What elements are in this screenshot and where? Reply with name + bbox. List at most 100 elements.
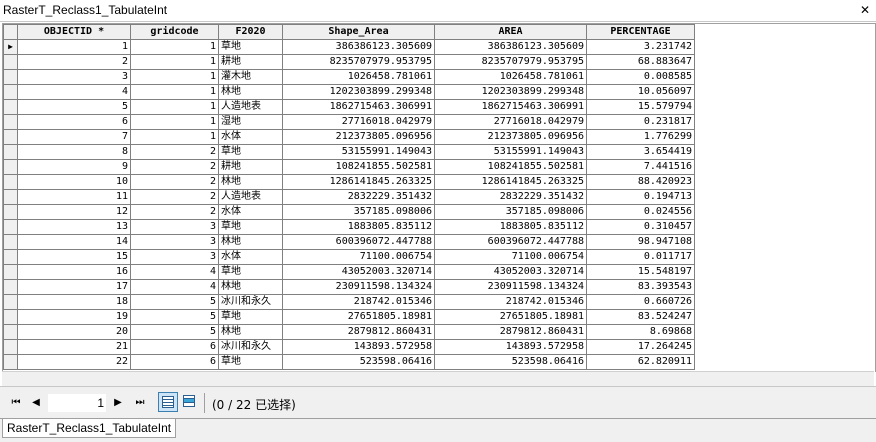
- current-record-input[interactable]: 1: [48, 394, 106, 412]
- cell-area[interactable]: 71100.006754: [434, 249, 587, 265]
- cell-f2020[interactable]: 草地: [218, 309, 283, 325]
- last-record-icon[interactable]: ⏭: [132, 395, 148, 411]
- cell-objectid[interactable]: 12: [17, 204, 131, 220]
- row-selector[interactable]: [3, 339, 18, 355]
- cell-f2020[interactable]: 草地: [218, 144, 283, 160]
- cell-objectid[interactable]: 15: [17, 249, 131, 265]
- cell-objectid[interactable]: 16: [17, 264, 131, 280]
- cell-gridcode[interactable]: 5: [130, 324, 219, 340]
- cell-area[interactable]: 1862715463.306991: [434, 99, 587, 115]
- cell-shape-area[interactable]: 27651805.18981: [282, 309, 435, 325]
- table-row[interactable]: 11 2 人造地表 2832229.351432 2832229.351432 0.194…: [3, 189, 695, 205]
- cell-shape-area[interactable]: 230911598.134324: [282, 279, 435, 295]
- row-selector[interactable]: [3, 294, 18, 310]
- row-selector[interactable]: [3, 99, 18, 115]
- cell-objectid[interactable]: 18: [17, 294, 131, 310]
- cell-shape-area[interactable]: 357185.098006: [282, 204, 435, 220]
- cell-f2020[interactable]: 水体: [218, 249, 283, 265]
- cell-gridcode[interactable]: 4: [130, 279, 219, 295]
- cell-area[interactable]: 600396072.447788: [434, 234, 587, 250]
- cell-shape-area[interactable]: 523598.06416: [282, 354, 435, 370]
- cell-area[interactable]: 53155991.149043: [434, 144, 587, 160]
- cell-shape-area[interactable]: 386386123.305609: [282, 39, 435, 55]
- row-selector[interactable]: [3, 324, 18, 340]
- cell-objectid[interactable]: 4: [17, 84, 131, 100]
- row-selector[interactable]: [3, 129, 18, 145]
- cell-f2020[interactable]: 草地: [218, 39, 283, 55]
- column-header-area[interactable]: AREA: [434, 24, 587, 40]
- cell-gridcode[interactable]: 3: [130, 234, 219, 250]
- cell-gridcode[interactable]: 1: [130, 84, 219, 100]
- row-selector[interactable]: [3, 174, 18, 190]
- cell-f2020[interactable]: 林地: [218, 174, 283, 190]
- cell-f2020[interactable]: 水体: [218, 129, 283, 145]
- tab-rastert-reclass1-tabulateint[interactable]: RasterT_Reclass1_TabulateInt: [2, 419, 177, 438]
- table-row[interactable]: 22 6 草地 523598.06416 523598.06416 62.820911: [3, 354, 695, 370]
- cell-shape-area[interactable]: 108241855.502581: [282, 159, 435, 175]
- table-row[interactable]: 2 1 耕地 8235707979.953795 8235707979.953795 68…: [3, 54, 695, 70]
- cell-area[interactable]: 212373805.096956: [434, 129, 587, 145]
- cell-f2020[interactable]: 冰川和永久: [218, 294, 283, 310]
- table-row[interactable]: 15 3 水体 71100.006754 71100.006754 0.011717: [3, 249, 695, 265]
- cell-area[interactable]: 143893.572958: [434, 339, 587, 355]
- cell-f2020[interactable]: 水体: [218, 204, 283, 220]
- cell-f2020[interactable]: 人造地表: [218, 189, 283, 205]
- cell-percentage[interactable]: 83.393543: [586, 279, 695, 295]
- cell-area[interactable]: 230911598.134324: [434, 279, 587, 295]
- cell-percentage[interactable]: 1.776299: [586, 129, 695, 145]
- row-selector[interactable]: [3, 114, 18, 130]
- cell-area[interactable]: 357185.098006: [434, 204, 587, 220]
- cell-percentage[interactable]: 8.69868: [586, 324, 695, 340]
- table-row[interactable]: 9 2 耕地 108241855.502581 108241855.502581 7.44…: [3, 159, 695, 175]
- cell-area[interactable]: 8235707979.953795: [434, 54, 587, 70]
- table-row[interactable]: 14 3 林地 600396072.447788 600396072.447788 98.…: [3, 234, 695, 250]
- cell-area[interactable]: 27651805.18981: [434, 309, 587, 325]
- column-header-gridcode[interactable]: gridcode: [130, 24, 219, 40]
- cell-objectid[interactable]: 13: [17, 219, 131, 235]
- table-row[interactable]: 3 1 灌木地 1026458.781061 1026458.781061 0.00858…: [3, 69, 695, 85]
- cell-gridcode[interactable]: 2: [130, 204, 219, 220]
- cell-objectid[interactable]: 22: [17, 354, 131, 370]
- cell-shape-area[interactable]: 2832229.351432: [282, 189, 435, 205]
- cell-area[interactable]: 1026458.781061: [434, 69, 587, 85]
- select-all-corner[interactable]: [3, 24, 18, 40]
- table-row[interactable]: 17 4 林地 230911598.134324 230911598.134324 83.…: [3, 279, 695, 295]
- table-row[interactable]: 20 5 林地 2879812.860431 2879812.860431 8.69868: [3, 324, 695, 340]
- cell-f2020[interactable]: 冰川和永久: [218, 339, 283, 355]
- cell-shape-area[interactable]: 143893.572958: [282, 339, 435, 355]
- cell-shape-area[interactable]: 1026458.781061: [282, 69, 435, 85]
- cell-gridcode[interactable]: 1: [130, 114, 219, 130]
- cell-gridcode[interactable]: 2: [130, 159, 219, 175]
- row-selector[interactable]: [3, 249, 18, 265]
- cell-shape-area[interactable]: 1862715463.306991: [282, 99, 435, 115]
- cell-objectid[interactable]: 9: [17, 159, 131, 175]
- cell-percentage[interactable]: 10.056097: [586, 84, 695, 100]
- cell-gridcode[interactable]: 3: [130, 219, 219, 235]
- cell-percentage[interactable]: 3.654419: [586, 144, 695, 160]
- cell-shape-area[interactable]: 212373805.096956: [282, 129, 435, 145]
- cell-shape-area[interactable]: 1286141845.263325: [282, 174, 435, 190]
- cell-shape-area[interactable]: 27716018.042979: [282, 114, 435, 130]
- cell-f2020[interactable]: 耕地: [218, 54, 283, 70]
- cell-area[interactable]: 1286141845.263325: [434, 174, 587, 190]
- cell-percentage[interactable]: 17.264245: [586, 339, 695, 355]
- cell-objectid[interactable]: 20: [17, 324, 131, 340]
- cell-objectid[interactable]: 11: [17, 189, 131, 205]
- table-row[interactable]: 18 5 冰川和永久 218742.015346 218742.015346 0.6607…: [3, 294, 695, 310]
- cell-gridcode[interactable]: 4: [130, 264, 219, 280]
- first-record-icon[interactable]: ⏮: [8, 395, 24, 411]
- row-selector[interactable]: [3, 69, 18, 85]
- cell-f2020[interactable]: 人造地表: [218, 99, 283, 115]
- cell-area[interactable]: 386386123.305609: [434, 39, 587, 55]
- row-selector[interactable]: [3, 309, 18, 325]
- cell-percentage[interactable]: 0.011717: [586, 249, 695, 265]
- cell-f2020[interactable]: 耕地: [218, 159, 283, 175]
- cell-gridcode[interactable]: 2: [130, 189, 219, 205]
- cell-gridcode[interactable]: 6: [130, 339, 219, 355]
- cell-f2020[interactable]: 灌木地: [218, 69, 283, 85]
- cell-percentage[interactable]: 0.310457: [586, 219, 695, 235]
- cell-shape-area[interactable]: 600396072.447788: [282, 234, 435, 250]
- table-row[interactable]: 7 1 水体 212373805.096956 212373805.096956 1.77…: [3, 129, 695, 145]
- row-selector[interactable]: [3, 264, 18, 280]
- cell-percentage[interactable]: 83.524247: [586, 309, 695, 325]
